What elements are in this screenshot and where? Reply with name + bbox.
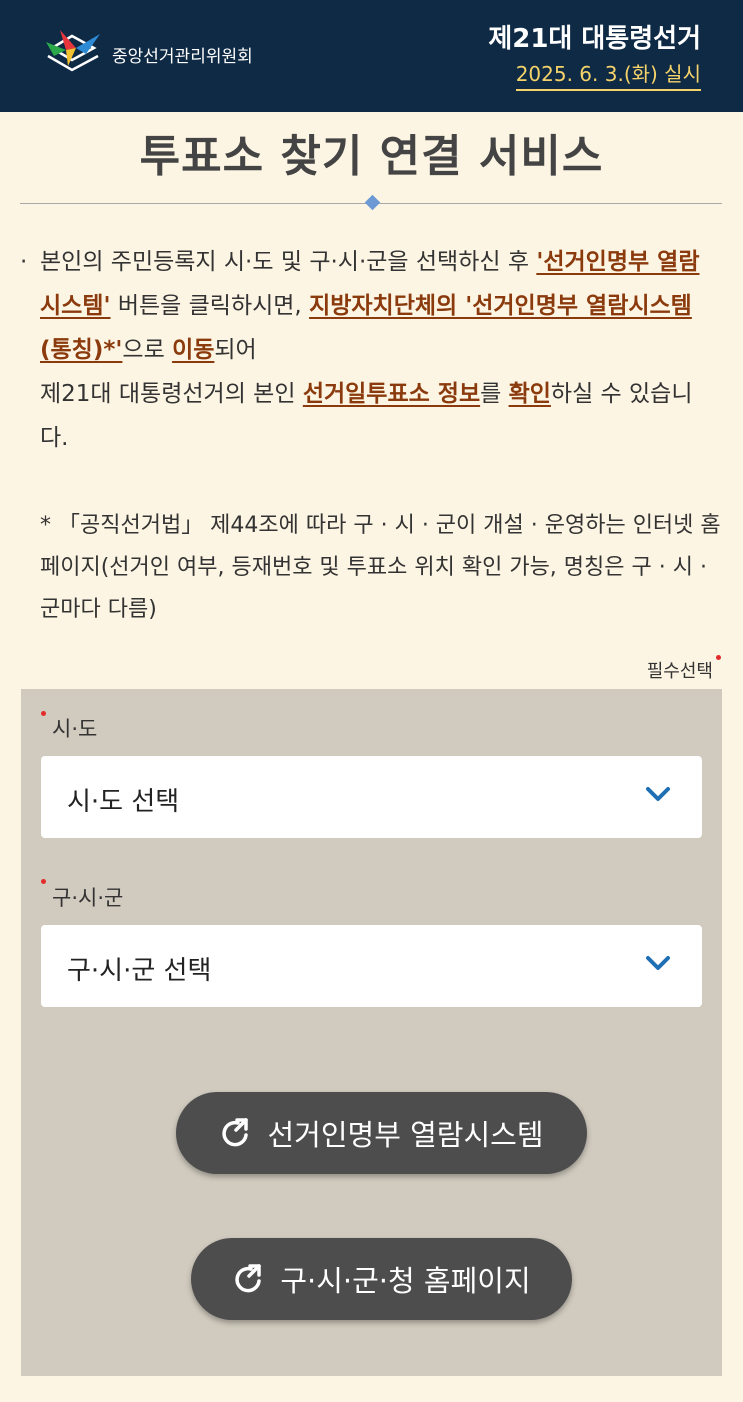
desc-text: 버튼을 클릭하시면, — [110, 293, 310, 319]
sigungu-label: 구·시·군 — [52, 886, 124, 910]
sido-select[interactable]: 시·도 선택 — [41, 756, 702, 838]
election-title: 제21대 대통령선거 — [488, 24, 701, 54]
service-description: · 본인의 주민등록지 시·도 및 구·시·군을 선택하신 후 '선거인명부 열… — [20, 240, 710, 460]
external-link-icon — [235, 1264, 262, 1293]
required-dot-icon — [41, 879, 46, 884]
org-name: 중앙선거관리위원회 — [112, 47, 253, 67]
registry-system-button[interactable]: 선거인명부 열람시스템 — [176, 1092, 587, 1174]
desc-text: 본인의 주민등록지 시·도 및 구·시·군을 선택하신 후 — [40, 249, 537, 275]
highlight-confirm: 확인 — [508, 381, 551, 407]
nec-logo-icon[interactable] — [42, 26, 104, 76]
chevron-down-icon — [646, 787, 670, 801]
external-link-icon — [222, 1118, 249, 1147]
desc-text: 되어 — [214, 337, 257, 363]
chevron-down-icon — [646, 956, 670, 970]
site-header: 중앙선거관리위원회 제21대 대통령선거 2025. 6. 3.(화) 실시 — [0, 0, 743, 112]
required-dot-icon — [41, 711, 46, 716]
required-hint: 필수선택 — [646, 661, 713, 682]
sido-select-value: 시·도 선택 — [67, 787, 180, 817]
footnote: * 「공직선거법」 제44조에 따라 구 · 시 · 군이 개설 · 운영하는 … — [40, 513, 721, 622]
sigungu-select[interactable]: 구·시·군 선택 — [41, 925, 702, 1007]
page-title: 투표소 찾기 연결 서비스 — [139, 131, 604, 182]
selection-panel: 시·도 시·도 선택 구·시·군 구·시·군 선택 선거인명부 열람시스템 구·… — [21, 689, 722, 1376]
registry-system-button-label: 선거인명부 열람시스템 — [267, 1118, 544, 1152]
bullet-mark: · — [20, 249, 28, 275]
sigungu-select-value: 구·시·군 선택 — [67, 956, 212, 986]
desc-text: 를 — [480, 381, 509, 407]
divider-diamond-icon — [364, 194, 381, 211]
highlight-move: 이동 — [172, 337, 215, 363]
district-homepage-button-label: 구·시·군·청 홈페이지 — [280, 1264, 531, 1298]
desc-text: 으로 — [122, 337, 173, 363]
sido-label: 시·도 — [52, 717, 98, 741]
required-dot-icon — [716, 655, 721, 660]
desc-text: 제21대 대통령선거의 본인 — [40, 381, 303, 407]
district-homepage-button[interactable]: 구·시·군·청 홈페이지 — [191, 1238, 572, 1320]
election-date: 2025. 6. 3.(화) 실시 — [515, 58, 701, 91]
highlight-polling-info: 선거일투표소 정보 — [302, 381, 481, 407]
